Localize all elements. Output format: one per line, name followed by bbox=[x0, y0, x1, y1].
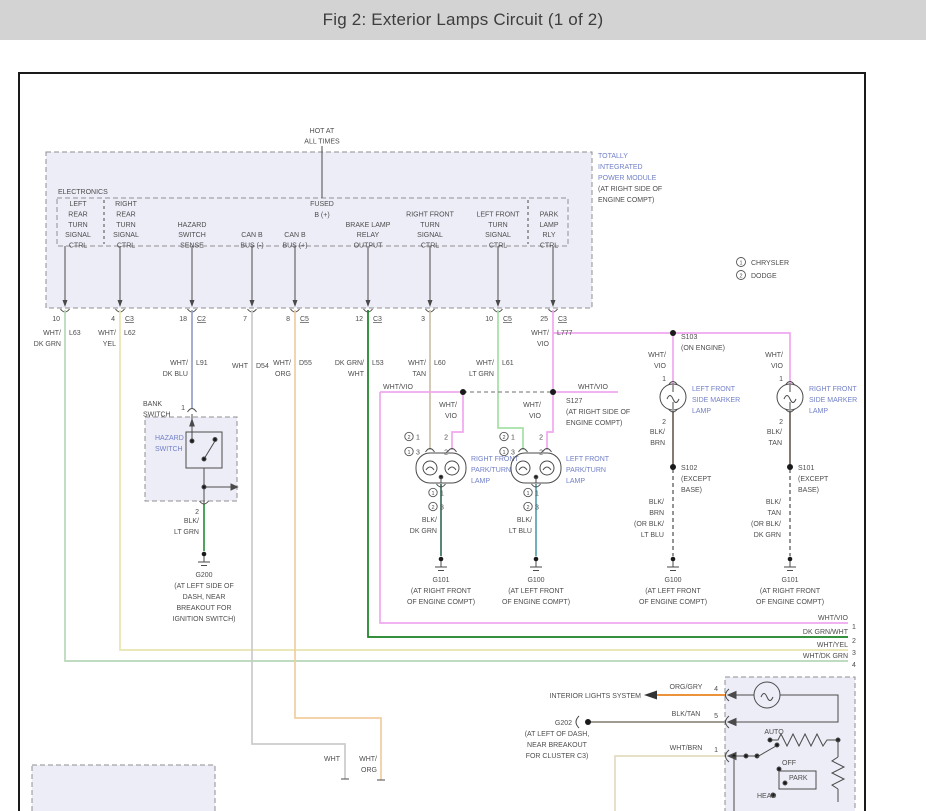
svg-text:S101: S101 bbox=[798, 465, 814, 472]
svg-text:1: 1 bbox=[407, 450, 410, 456]
svg-text:3: 3 bbox=[535, 505, 539, 512]
svg-text:C3: C3 bbox=[125, 316, 134, 323]
svg-text:3: 3 bbox=[421, 316, 425, 323]
legend-chrysler: CHRYSLER bbox=[751, 260, 789, 267]
hazard-pin1: 1 bbox=[181, 405, 185, 412]
svg-text:1: 1 bbox=[526, 491, 529, 497]
svg-text:2: 2 bbox=[526, 505, 529, 511]
legend-dodge: DODGE bbox=[751, 273, 777, 280]
svg-text:2: 2 bbox=[539, 435, 543, 442]
svg-text:C5: C5 bbox=[503, 316, 512, 323]
svg-text:2: 2 bbox=[407, 435, 410, 441]
svg-text:G101: G101 bbox=[432, 577, 449, 584]
svg-text:C2: C2 bbox=[197, 316, 206, 323]
svg-text:4: 4 bbox=[714, 686, 718, 693]
g202-location: (AT LEFT OF DASH,NEAR BREAKOUTFOR CLUSTE… bbox=[525, 731, 590, 760]
svg-text:3: 3 bbox=[511, 450, 515, 457]
svg-text:L91: L91 bbox=[196, 360, 208, 367]
svg-text:D54: D54 bbox=[256, 363, 269, 370]
svg-text:PARK: PARK bbox=[789, 775, 808, 782]
pin-label-hazard-sense: HAZARDSWITCHSENSE bbox=[178, 222, 207, 250]
wiring-diagram: ELECTRONICS TOTALLYINTEGRATEDPOWER MODUL… bbox=[0, 0, 926, 811]
hazard-switch-box bbox=[145, 417, 237, 501]
svg-text:C5: C5 bbox=[300, 316, 309, 323]
svg-text:L61: L61 bbox=[502, 360, 514, 367]
svg-text:1: 1 bbox=[852, 624, 856, 631]
g202-label: G202 bbox=[555, 720, 572, 727]
svg-text:ORG/GRY: ORG/GRY bbox=[670, 684, 703, 691]
svg-text:18: 18 bbox=[179, 316, 187, 323]
svg-text:2: 2 bbox=[739, 274, 742, 280]
svg-text:S102: S102 bbox=[681, 465, 697, 472]
s127-wire-label-right: WHT/VIO bbox=[578, 384, 608, 391]
svg-text:1: 1 bbox=[779, 376, 783, 383]
s103-location: (ON ENGINE) bbox=[681, 345, 725, 352]
svg-text:4: 4 bbox=[852, 662, 856, 669]
svg-text:1: 1 bbox=[511, 435, 515, 442]
svg-text:L63: L63 bbox=[69, 330, 81, 337]
svg-text:WHT/YEL: WHT/YEL bbox=[817, 642, 848, 649]
svg-text:WHT: WHT bbox=[232, 363, 249, 370]
bottom-left-module-box bbox=[32, 765, 215, 811]
svg-text:2: 2 bbox=[431, 505, 434, 511]
svg-text:WHT/VIO: WHT/VIO bbox=[818, 615, 848, 622]
interior-lights-label: INTERIOR LIGHTS SYSTEM bbox=[550, 693, 642, 700]
svg-text:2: 2 bbox=[444, 435, 448, 442]
headlamp-switch-box bbox=[725, 677, 855, 811]
svg-text:C3: C3 bbox=[373, 316, 382, 323]
svg-text:1: 1 bbox=[431, 491, 434, 497]
svg-text:2: 2 bbox=[779, 419, 783, 426]
svg-text:G100: G100 bbox=[527, 577, 544, 584]
svg-text:2: 2 bbox=[662, 419, 666, 426]
tipm-module: ELECTRONICS TOTALLYINTEGRATEDPOWER MODUL… bbox=[46, 128, 662, 323]
s127-label: S127 bbox=[566, 398, 582, 405]
svg-text:L777: L777 bbox=[557, 330, 573, 337]
svg-text:D55: D55 bbox=[299, 360, 312, 367]
svg-text:3: 3 bbox=[852, 650, 856, 657]
hazard-pin2: 2 bbox=[195, 509, 199, 516]
svg-text:25: 25 bbox=[540, 316, 548, 323]
svg-text:3: 3 bbox=[416, 450, 420, 457]
svg-text:1: 1 bbox=[440, 491, 444, 498]
svg-text:12: 12 bbox=[355, 316, 363, 323]
s103-label: S103 bbox=[681, 334, 697, 341]
svg-text:1: 1 bbox=[714, 747, 718, 754]
svg-text:7: 7 bbox=[243, 316, 247, 323]
svg-text:1: 1 bbox=[416, 435, 420, 442]
svg-text:1: 1 bbox=[739, 261, 742, 267]
svg-text:10: 10 bbox=[485, 316, 493, 323]
tipm-outer-box bbox=[46, 152, 592, 308]
svg-text:1: 1 bbox=[662, 376, 666, 383]
svg-text:5: 5 bbox=[714, 713, 718, 720]
svg-text:2: 2 bbox=[852, 638, 856, 645]
svg-text:10: 10 bbox=[52, 316, 60, 323]
s127-wire-label-left: WHT/VIO bbox=[383, 384, 413, 391]
svg-text:1: 1 bbox=[502, 450, 505, 456]
svg-text:G101: G101 bbox=[781, 577, 798, 584]
svg-text:OFF: OFF bbox=[782, 760, 796, 767]
svg-text:L62: L62 bbox=[124, 330, 136, 337]
svg-text:L53: L53 bbox=[372, 360, 384, 367]
svg-text:8: 8 bbox=[286, 316, 290, 323]
svg-text:G100: G100 bbox=[664, 577, 681, 584]
svg-text:2: 2 bbox=[502, 435, 505, 441]
svg-text:C3: C3 bbox=[558, 316, 567, 323]
svg-text:WHT/BRN: WHT/BRN bbox=[670, 745, 703, 752]
svg-text:3: 3 bbox=[440, 505, 444, 512]
svg-text:WHT: WHT bbox=[324, 756, 341, 763]
svg-text:WHT/DK GRN: WHT/DK GRN bbox=[803, 653, 848, 660]
svg-text:L60: L60 bbox=[434, 360, 446, 367]
svg-text:DK GRN/WHT: DK GRN/WHT bbox=[803, 629, 849, 636]
svg-text:HEAD: HEAD bbox=[757, 793, 776, 800]
svg-text:1: 1 bbox=[535, 491, 539, 498]
svg-text:BLK/TAN: BLK/TAN bbox=[672, 711, 701, 718]
svg-text:4: 4 bbox=[111, 316, 115, 323]
svg-text:AUTO: AUTO bbox=[764, 729, 784, 736]
g200-label: G200 bbox=[195, 572, 212, 579]
tipm-electronics-label: ELECTRONICS bbox=[58, 189, 108, 196]
